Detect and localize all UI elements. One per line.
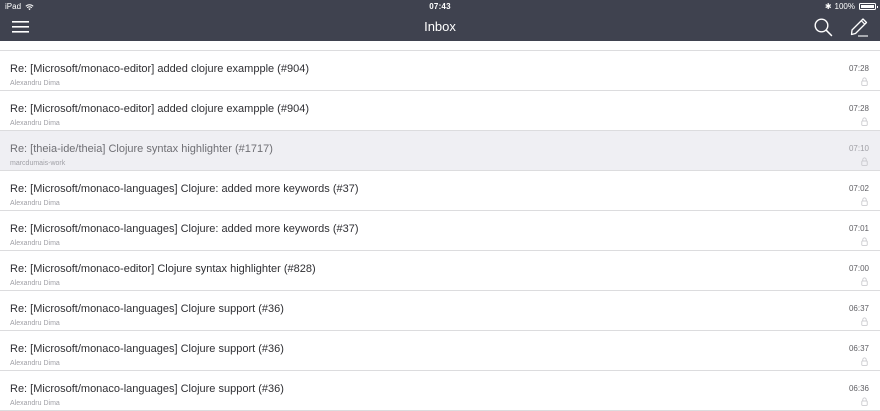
message-time: 06:37 [848,304,869,313]
message-sender: Alexandru Dima [10,280,60,287]
status-bar: iPad 07:43 ✱ 100% [0,0,880,13]
message-sender: Alexandru Dima [10,320,60,327]
lock-icon [861,357,868,366]
message-subject: Re: [Microsoft/monaco-languages] Clojure… [10,183,359,195]
message-time: 07:10 [848,144,869,153]
message-row[interactable]: Re: [Microsoft/monaco-languages] Clojure… [0,371,880,411]
message-time: 07:01 [848,224,869,233]
message-time: 07:28 [848,104,869,113]
page-title: Inbox [424,19,456,34]
app-header: iPad 07:43 ✱ 100% Inbox [0,0,880,41]
message-time: 07:28 [848,64,869,73]
message-subject: Re: [theia-ide/theia] Clojure syntax hig… [10,143,273,155]
message-subject: Re: [Microsoft/monaco-languages] Clojure… [10,303,284,315]
message-sender: Alexandru Dima [10,80,60,87]
status-right: ✱ 100% [824,0,878,13]
message-row[interactable]: Re: [Microsoft/monaco-editor] added cloj… [0,91,880,131]
message-row[interactable]: Re: [Microsoft/monaco-languages] Clojure… [0,171,880,211]
message-subject: Re: [Microsoft/monaco-editor] added cloj… [10,63,309,75]
message-list: Re: [Microsoft/monaco-editor] added cloj… [0,41,880,411]
lock-icon [861,197,868,206]
lock-icon [861,117,868,126]
lock-icon [861,317,868,326]
compose-icon[interactable] [849,16,869,37]
message-time: 07:02 [848,184,869,193]
lock-icon [861,237,868,246]
search-icon[interactable] [813,17,833,37]
battery-icon [859,3,878,10]
message-subject: Re: [Microsoft/monaco-editor] Clojure sy… [10,263,316,275]
message-row[interactable]: Re: [Microsoft/monaco-languages] Clojure… [0,291,880,331]
message-sender: Alexandru Dima [10,360,60,367]
battery-percent: 100% [834,2,855,11]
message-row[interactable]: Re: [Microsoft/monaco-editor] Clojure sy… [0,251,880,291]
navigation-bar: Inbox [0,13,880,41]
message-time: 07:00 [848,264,869,273]
message-sender: Alexandru Dima [10,200,60,207]
menu-icon[interactable] [11,19,30,34]
message-subject: Re: [Microsoft/monaco-languages] Clojure… [10,223,359,235]
message-row[interactable]: Re: [Microsoft/monaco-editor] added cloj… [0,51,880,91]
lock-icon [861,157,868,166]
message-sender: marcdumais-work [10,160,66,167]
lock-icon [861,277,868,286]
message-row[interactable]: Re: [theia-ide/theia] Clojure syntax hig… [0,131,880,171]
message-sender: Alexandru Dima [10,400,60,407]
status-time: 07:43 [429,2,451,11]
message-row[interactable]: Re: [Microsoft/monaco-languages] Clojure… [0,331,880,371]
message-subject: Re: [Microsoft/monaco-languages] Clojure… [10,383,284,395]
lock-icon [861,397,868,406]
bluetooth-icon: ✱ [824,2,832,11]
message-subject: Re: [Microsoft/monaco-languages] Clojure… [10,343,284,355]
message-row[interactable]: Re: [Microsoft/monaco-languages] Clojure… [0,211,880,251]
message-time: 06:37 [848,344,869,353]
message-sender: Alexandru Dima [10,120,60,127]
message-row-partial[interactable] [0,41,880,51]
message-subject: Re: [Microsoft/monaco-editor] added cloj… [10,103,309,115]
message-sender: Alexandru Dima [10,240,60,247]
lock-icon [861,77,868,86]
message-time: 06:36 [848,384,869,393]
